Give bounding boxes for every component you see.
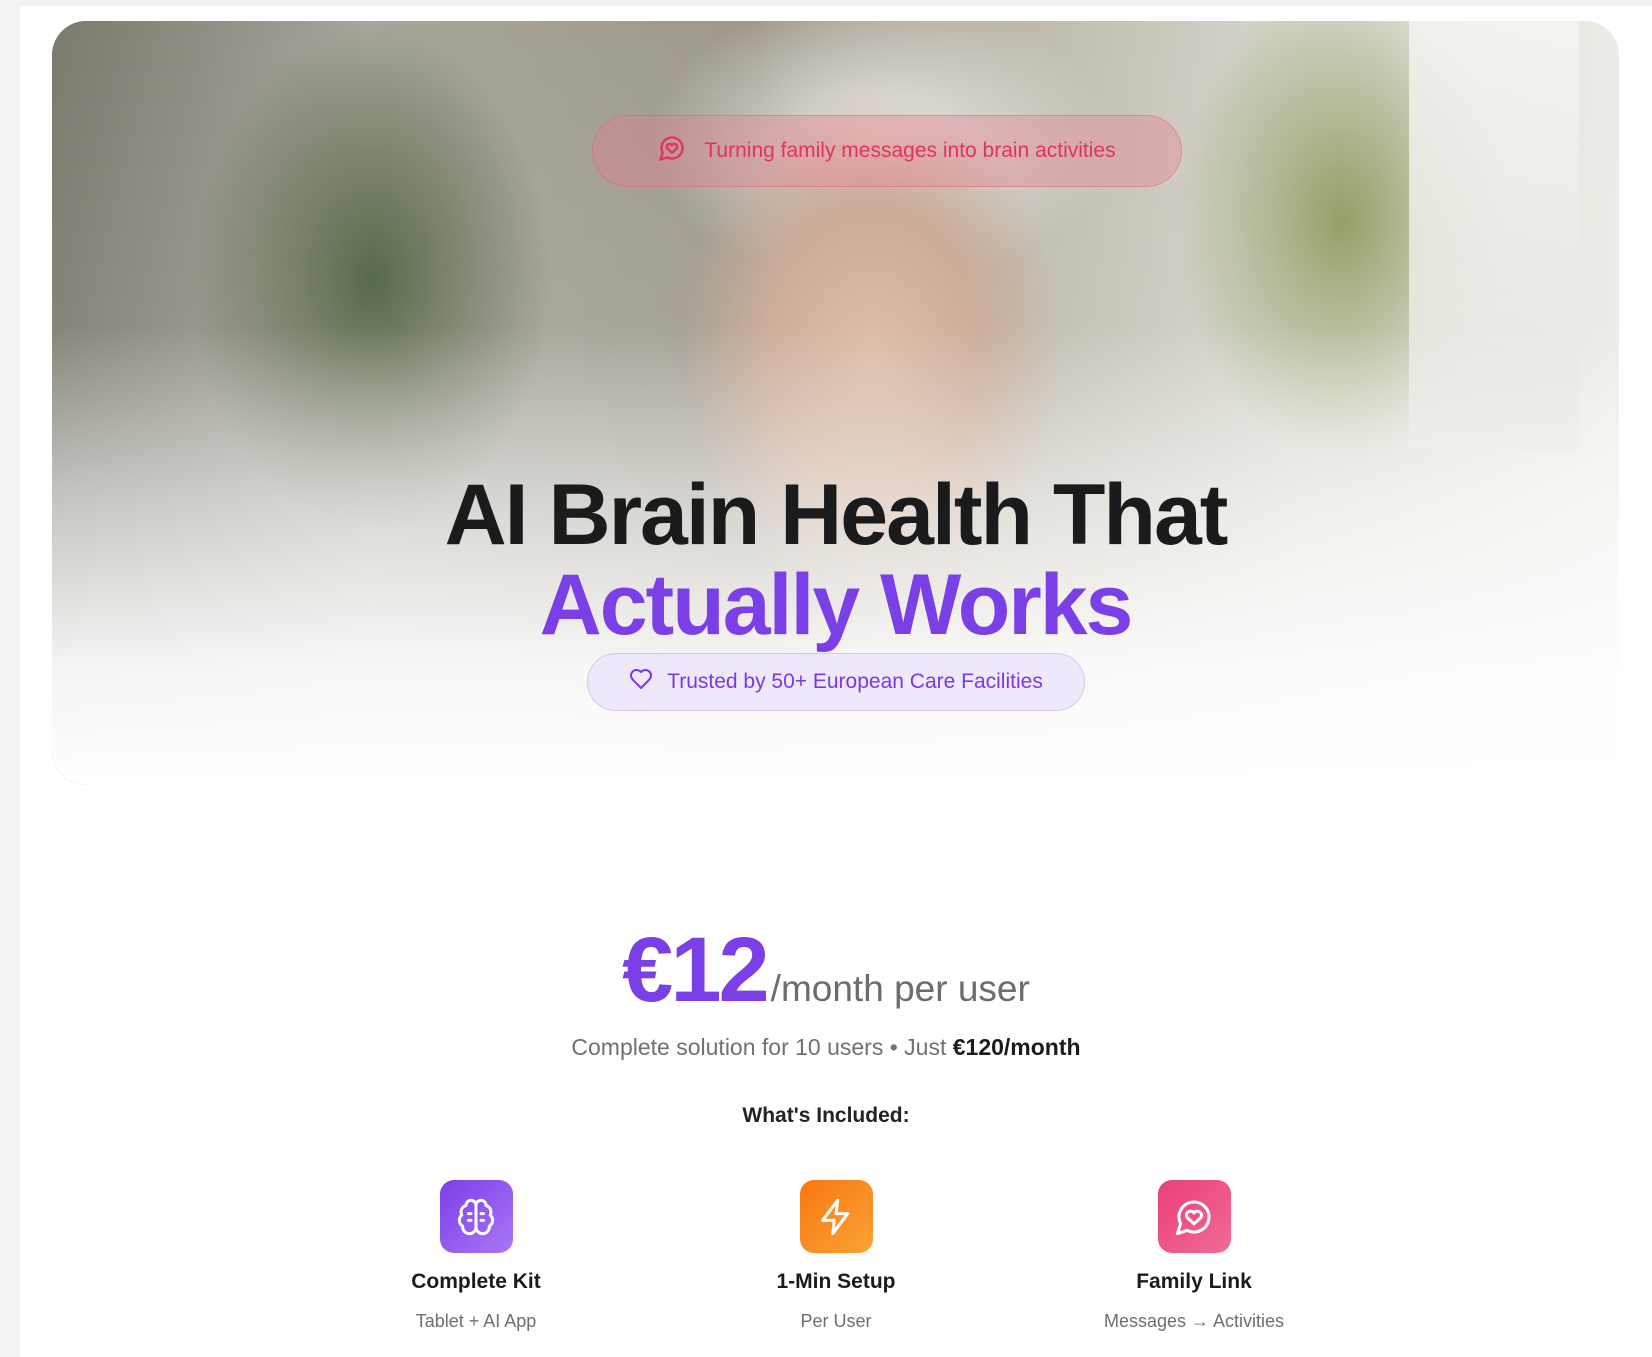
price-amount: €12 [622,919,769,1021]
price-subtitle-text: Complete solution for 10 users • Just [571,1034,953,1060]
message-heart-icon [658,134,686,168]
feature-title: Complete Kit [411,1270,541,1293]
tagline-pill: Turning family messages into brain activ… [592,115,1182,187]
headline-line-2: Actually Works [539,557,1134,653]
headline-line-1: AI Brain Health That [444,467,1229,563]
included-heading: What's Included: [742,1104,910,1127]
tagline-text: Turning family messages into brain activ… [704,139,1116,162]
feature-title: 1-Min Setup [776,1270,896,1293]
heart-icon [629,667,653,697]
trust-badge: Trusted by 50+ European Care Facilities [587,653,1085,711]
price-total: €120/month [952,1034,1081,1060]
feature-desc: Tablet + AI App [415,1311,537,1331]
message-heart-icon [1157,1180,1231,1253]
lightning-icon [799,1180,873,1253]
feature-setup: 1-Min Setup Per User [686,1180,986,1332]
price-unit: /month per user [770,968,1030,1009]
feature-desc: Messages → Activities [1103,1311,1285,1331]
brain-icon [439,1180,513,1253]
hero-section: Turning family messages into brain activ… [52,21,1619,785]
feature-title: Family Link [1136,1270,1252,1293]
feature-family-link: Family Link Messages → Activities [1044,1180,1344,1332]
price-display: €12 /month per user [0,918,1652,1023]
feature-complete-kit: Complete Kit Tablet + AI App [326,1180,626,1332]
feature-desc: Per User [800,1311,872,1331]
trust-badge-text: Trusted by 50+ European Care Facilities [667,670,1043,693]
price-subtitle: Complete solution for 10 users • Just €1… [0,1034,1652,1061]
